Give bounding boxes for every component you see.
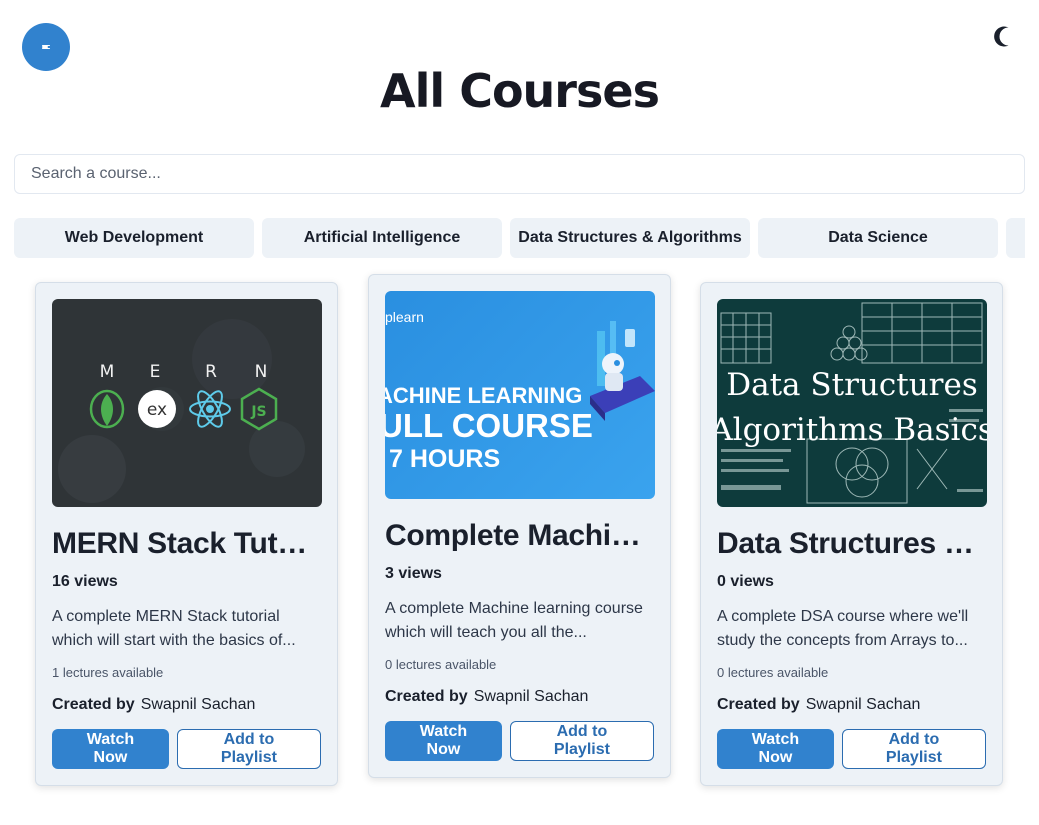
creator-name: Swapnil Sachan [140, 696, 256, 713]
course-creator: Created by Swapnil Sachan [717, 696, 986, 714]
lecture-count: 1 lectures available [52, 665, 164, 680]
moon-icon[interactable] [990, 22, 1020, 52]
category-tabs: Web Development Artificial Intelligence … [14, 218, 1025, 258]
thumb-line-2: Algorithms Basics [717, 412, 987, 448]
mern-letter: E [150, 362, 161, 382]
course-creator: Created by Swapnil Sachan [52, 696, 321, 714]
course-card: plearn ACHINE LEARNING ULL COURSE 7 HOUR… [368, 274, 671, 778]
svg-text:ex: ex [147, 400, 167, 420]
nodejs-icon: JS [240, 387, 278, 431]
category-data-science[interactable]: Data Science [758, 218, 998, 258]
mern-letter: M [100, 362, 115, 382]
thumb-line-1: ACHINE LEARNING [385, 383, 582, 408]
add-to-playlist-button[interactable]: Add to Playlist [509, 721, 654, 761]
created-by-label: Created by [52, 696, 135, 713]
watch-now-button[interactable]: Watch Now [717, 729, 834, 769]
mern-letter: R [205, 362, 217, 382]
watch-now-button[interactable]: Watch Now [52, 729, 169, 769]
course-views: 0 views [717, 573, 774, 590]
add-to-playlist-button[interactable]: Add to Playlist [841, 729, 986, 769]
thumb-line-1: Data Structures [726, 367, 977, 403]
svg-text:JS: JS [250, 404, 266, 420]
search-input[interactable] [14, 154, 1025, 194]
robot-illustration [590, 321, 655, 421]
mern-letter: N [255, 362, 268, 382]
page-title: All Courses [380, 64, 660, 118]
category-artificial-intelligence[interactable]: Artificial Intelligence [262, 218, 502, 258]
course-card: Data Structures Algorithms Basics Data S… [700, 282, 1003, 786]
created-by-label: Created by [385, 688, 468, 705]
ml-thumbnail-art: plearn ACHINE LEARNING ULL COURSE 7 HOUR… [385, 309, 655, 473]
thumb-line-3: 7 HOURS [389, 445, 500, 473]
thumb-line-2: ULL COURSE [385, 407, 593, 444]
brand-label: plearn [385, 309, 424, 325]
express-icon: ex [138, 390, 176, 428]
course-description: A complete DSA course where we'll study … [717, 608, 969, 649]
chalkboard-doodles [720, 302, 983, 504]
category-more[interactable] [1006, 218, 1025, 258]
lecture-count: 0 lectures available [717, 665, 829, 680]
course-thumbnail[interactable]: Data Structures Algorithms Basics [717, 299, 987, 507]
mongodb-icon [89, 389, 125, 429]
category-web-development[interactable]: Web Development [14, 218, 254, 258]
course-creator: Created by Swapnil Sachan [385, 688, 654, 706]
course-description: A complete MERN Stack tutorial which wil… [52, 608, 296, 649]
category-dsa[interactable]: Data Structures & Algorithms [510, 218, 750, 258]
dsa-thumbnail-art: Data Structures Algorithms Basics [717, 302, 987, 504]
creator-name: Swapnil Sachan [473, 688, 589, 705]
course-title[interactable]: Complete Machine Learning [385, 519, 654, 553]
course-views: 3 views [385, 565, 442, 582]
course-thumbnail[interactable]: M E R N ex JS [52, 299, 322, 507]
creator-name: Swapnil Sachan [805, 696, 921, 713]
watch-now-button[interactable]: Watch Now [385, 721, 502, 761]
course-title[interactable]: MERN Stack Tutorial [52, 527, 321, 561]
course-card: M E R N ex JS MERN Stack Tutorial 16 vie… [35, 282, 338, 786]
course-title[interactable]: Data Structures & Algorithms [717, 527, 986, 561]
mern-thumbnail-art: M E R N ex JS [58, 319, 305, 503]
course-views: 16 views [52, 573, 118, 590]
lecture-count: 0 lectures available [385, 657, 497, 672]
menu-lines-icon [42, 44, 50, 50]
add-to-playlist-button[interactable]: Add to Playlist [176, 729, 321, 769]
course-description: A complete Machine learning course which… [385, 600, 643, 641]
created-by-label: Created by [717, 696, 800, 713]
course-thumbnail[interactable]: plearn ACHINE LEARNING ULL COURSE 7 HOUR… [385, 291, 655, 499]
